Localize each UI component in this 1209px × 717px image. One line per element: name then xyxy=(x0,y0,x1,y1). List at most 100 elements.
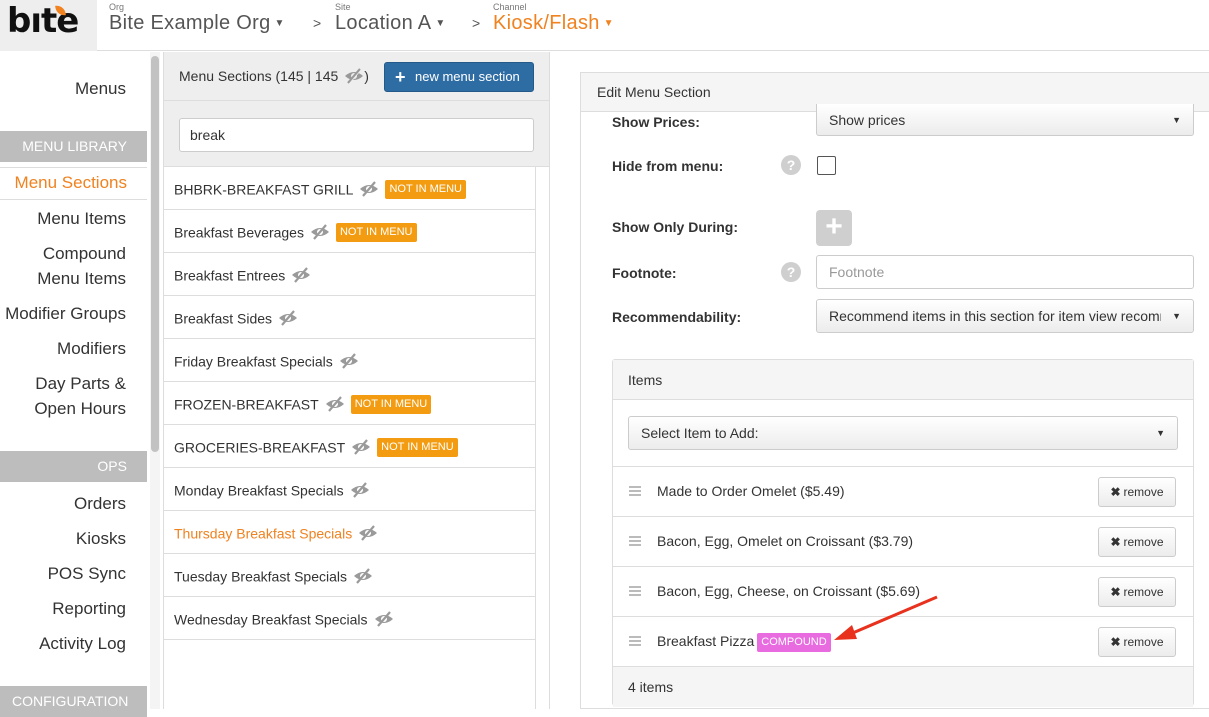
item-name-wrap: Breakfast Pizza COMPOUND xyxy=(657,633,831,652)
nav-pos-sync[interactable]: POS Sync xyxy=(48,561,126,586)
section-name: BHBRK-BREAKFAST GRILL xyxy=(174,181,354,198)
remove-item-button[interactable]: ✖ remove xyxy=(1098,627,1176,657)
item-name-wrap: Made to Order Omelet ($5.49) xyxy=(657,483,845,499)
section-row[interactable]: Wednesday Breakfast Specials xyxy=(164,597,535,640)
drag-handle-icon[interactable] xyxy=(629,486,641,498)
eye-slash-icon xyxy=(339,353,358,370)
nav-menus[interactable]: Menus xyxy=(75,76,126,101)
org-value: Bite Example Org xyxy=(109,12,271,34)
section-row[interactable]: BHBRK-BREAKFAST GRILL NOT IN MENU xyxy=(164,167,535,210)
section-row[interactable]: FROZEN-BREAKFAST NOT IN MENU xyxy=(164,382,535,425)
nav-menu-items[interactable]: Menu Items xyxy=(37,206,126,231)
drag-handle-icon[interactable] xyxy=(629,636,641,648)
nav-modifiers[interactable]: Modifiers xyxy=(57,336,126,361)
sections-search-input[interactable] xyxy=(179,118,534,152)
footnote-label: Footnote: xyxy=(612,265,677,281)
menu-sections-panel: Menu Sections (145 | 145 ) + new menu se… xyxy=(163,52,550,709)
item-name-wrap: Bacon, Egg, Omelet on Croissant ($3.79) xyxy=(657,533,913,549)
show-prices-select[interactable]: Show prices ▼ xyxy=(816,104,1194,136)
section-row[interactable]: Friday Breakfast Specials xyxy=(164,339,535,382)
caret-down-icon: ▼ xyxy=(603,18,614,30)
sections-title-suffix: ) xyxy=(364,68,369,84)
section-row[interactable]: Thursday Breakfast Specials xyxy=(164,511,535,554)
eye-slash-icon xyxy=(325,396,344,413)
nav-menu-sections[interactable]: Menu Sections xyxy=(0,167,147,200)
eye-slash-icon xyxy=(352,439,371,456)
nav-day-parts[interactable]: Day Parts & Open Hours xyxy=(34,371,126,421)
section-row[interactable]: Breakfast Sides xyxy=(164,296,535,339)
items-count: 4 items xyxy=(613,667,1193,707)
help-icon[interactable]: ? xyxy=(781,262,801,282)
drag-handle-icon[interactable] xyxy=(629,536,641,548)
add-daypart-button[interactable]: + xyxy=(816,210,852,246)
remove-label: remove xyxy=(1123,485,1164,499)
drag-handle-icon[interactable] xyxy=(629,586,641,598)
section-name: Breakfast Entrees xyxy=(174,267,286,284)
nav-compound-menu-items[interactable]: Compound Menu Items xyxy=(37,241,126,291)
section-row[interactable]: Breakfast Beverages NOT IN MENU xyxy=(164,210,535,253)
bite-logo[interactable]: bı te xyxy=(0,0,97,51)
annotation-arrow xyxy=(834,595,938,640)
items-box: Items Select Item to Add: ▼ Made to Orde… xyxy=(612,359,1194,707)
items-add-row: Select Item to Add: ▼ xyxy=(613,400,1193,467)
section-name: Monday Breakfast Specials xyxy=(174,482,344,499)
eye-slash-icon xyxy=(360,181,379,198)
section-name: Tuesday Breakfast Specials xyxy=(174,568,348,585)
eye-slash-icon xyxy=(310,224,329,241)
not-in-menu-badge: NOT IN MENU xyxy=(335,222,417,242)
item-row: Bacon, Egg, Omelet on Croissant ($3.79) ✖… xyxy=(613,517,1193,567)
org-label: Org xyxy=(109,2,125,12)
channel-value: Kiosk/Flash xyxy=(493,12,600,34)
eye-slash-icon xyxy=(374,611,393,628)
section-row[interactable]: Tuesday Breakfast Specials xyxy=(164,554,535,597)
section-row[interactable]: Breakfast Entrees xyxy=(164,253,535,296)
section-name: Breakfast Sides xyxy=(174,310,273,327)
plus-icon: + xyxy=(395,67,406,87)
caret-down-icon: ▼ xyxy=(1172,115,1181,125)
caret-down-icon: ▼ xyxy=(435,18,446,30)
nav-kiosks[interactable]: Kiosks xyxy=(76,526,126,551)
section-row[interactable]: Monday Breakfast Specials xyxy=(164,468,535,511)
section-name: Friday Breakfast Specials xyxy=(174,353,333,370)
remove-item-button[interactable]: ✖ remove xyxy=(1098,527,1176,557)
show-prices-label: Show Prices: xyxy=(612,114,700,130)
hide-from-menu-checkbox[interactable] xyxy=(817,156,836,175)
show-prices-value: Show prices xyxy=(829,112,906,128)
new-menu-section-button[interactable]: + new menu section xyxy=(384,62,534,92)
select-item-to-add[interactable]: Select Item to Add: ▼ xyxy=(628,416,1178,450)
eye-slash-icon xyxy=(359,525,378,542)
sections-header: Menu Sections (145 | 145 ) + new menu se… xyxy=(164,52,549,101)
section-row[interactable]: GROCERIES-BREAKFAST NOT IN MENU xyxy=(164,425,535,468)
recommendability-label: Recommendability: xyxy=(612,309,742,325)
nav-orders[interactable]: Orders xyxy=(74,491,126,516)
site-value: Location A xyxy=(335,12,432,34)
recommendability-select[interactable]: Recommend items in this section for item… xyxy=(816,299,1194,333)
compound-badge: COMPOUND xyxy=(757,633,831,652)
remove-item-button[interactable]: ✖ remove xyxy=(1098,577,1176,607)
footnote-input[interactable]: Footnote xyxy=(816,255,1194,289)
nav-modifier-groups[interactable]: Modifier Groups xyxy=(5,301,126,326)
section-name: GROCERIES-BREAKFAST xyxy=(174,439,346,456)
eye-slash-icon xyxy=(279,310,298,327)
section-name: Breakfast Beverages xyxy=(174,224,304,241)
not-in-menu-badge: NOT IN MENU xyxy=(350,394,432,414)
eye-slash-icon xyxy=(350,482,369,499)
remove-label: remove xyxy=(1123,585,1164,599)
remove-item-button[interactable]: ✖ remove xyxy=(1098,477,1176,507)
section-name: FROZEN-BREAKFAST xyxy=(174,396,319,413)
caret-down-icon: ▼ xyxy=(274,18,285,30)
nav-heading-configuration: CONFIGURATION xyxy=(0,686,147,717)
nav-reporting[interactable]: Reporting xyxy=(52,596,126,621)
help-icon[interactable]: ? xyxy=(781,155,801,175)
sections-scrollbar[interactable] xyxy=(535,167,549,709)
not-in-menu-badge: NOT IN MENU xyxy=(377,437,458,457)
remove-label: remove xyxy=(1123,535,1164,549)
close-icon: ✖ xyxy=(1110,485,1121,499)
nav-activity-log[interactable]: Activity Log xyxy=(39,631,126,656)
recommendability-value: Recommend items in this section for item… xyxy=(829,308,1161,324)
nav-scrollbar-thumb[interactable] xyxy=(151,56,159,452)
sections-title: Menu Sections (145 | 145 ) xyxy=(179,68,369,84)
close-icon: ✖ xyxy=(1110,535,1121,549)
breadcrumb-separator: > xyxy=(313,15,322,31)
nav-day-parts-line2: Open Hours xyxy=(34,399,126,418)
